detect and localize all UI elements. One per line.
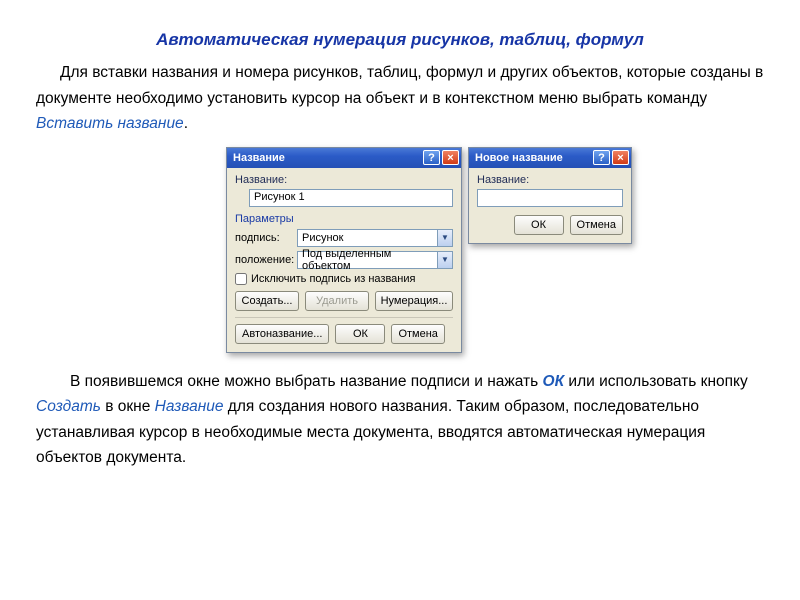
cancel-button[interactable]: Отмена bbox=[570, 215, 623, 235]
help-icon[interactable]: ? bbox=[423, 150, 440, 165]
close-icon[interactable]: × bbox=[442, 150, 459, 165]
caption-label: подпись: bbox=[235, 232, 297, 244]
autoname-button[interactable]: Автоназвание... bbox=[235, 324, 329, 344]
position-value: Под выделенным объектом bbox=[298, 248, 437, 272]
caption-value: Рисунок bbox=[298, 232, 437, 244]
titlebar: Новое название ? × bbox=[469, 148, 631, 168]
close-icon[interactable]: × bbox=[612, 150, 629, 165]
position-label: положение: bbox=[235, 254, 297, 266]
window-title: Новое название bbox=[475, 152, 563, 164]
params-header: Параметры bbox=[235, 213, 453, 225]
new-caption-dialog: Новое название ? × Название: ОК Отмена bbox=[468, 147, 632, 244]
ok-button[interactable]: ОК bbox=[514, 215, 564, 235]
window-title: Название bbox=[233, 152, 285, 164]
caption-dialog: Название ? × Название: Рисунок 1 Парамет… bbox=[226, 147, 462, 353]
ok-ref: ОК bbox=[543, 373, 565, 390]
create-ref: Создать bbox=[36, 398, 101, 415]
command-name: Вставить название bbox=[36, 115, 184, 132]
dialogs-row: Название ? × Название: Рисунок 1 Парамет… bbox=[226, 147, 764, 353]
chevron-down-icon: ▼ bbox=[437, 230, 452, 246]
name-input[interactable]: Рисунок 1 bbox=[249, 189, 453, 207]
exclude-label: Исключить подпись из названия bbox=[251, 273, 415, 285]
intro-paragraph: Для вставки названия и номера рисунков, … bbox=[36, 60, 764, 137]
window-ref: Название bbox=[155, 398, 224, 415]
text: в окне bbox=[101, 398, 155, 415]
text: В появившемся окне можно выбрать названи… bbox=[70, 373, 543, 390]
checkbox-input[interactable] bbox=[235, 273, 247, 285]
name-input[interactable] bbox=[477, 189, 623, 207]
chevron-down-icon: ▼ bbox=[437, 252, 452, 268]
text: . bbox=[184, 115, 188, 132]
text: Для вставки названия и номера рисунков, … bbox=[36, 64, 763, 107]
cancel-button[interactable]: Отмена bbox=[391, 324, 444, 344]
position-dropdown[interactable]: Под выделенным объектом ▼ bbox=[297, 251, 453, 269]
ok-button[interactable]: ОК bbox=[335, 324, 385, 344]
delete-button[interactable]: Удалить bbox=[305, 291, 369, 311]
titlebar: Название ? × bbox=[227, 148, 461, 168]
separator bbox=[235, 317, 453, 318]
outro-paragraph: В появившемся окне можно выбрать названи… bbox=[36, 369, 764, 471]
name-label: Название: bbox=[477, 174, 623, 186]
numbering-button[interactable]: Нумерация... bbox=[375, 291, 453, 311]
page-heading: Автоматическая нумерация рисунков, табли… bbox=[36, 30, 764, 50]
help-icon[interactable]: ? bbox=[593, 150, 610, 165]
text: или использовать кнопку bbox=[564, 373, 748, 390]
name-label: Название: bbox=[235, 174, 453, 186]
create-button[interactable]: Создать... bbox=[235, 291, 299, 311]
exclude-checkbox[interactable]: Исключить подпись из названия bbox=[235, 273, 453, 285]
caption-dropdown[interactable]: Рисунок ▼ bbox=[297, 229, 453, 247]
